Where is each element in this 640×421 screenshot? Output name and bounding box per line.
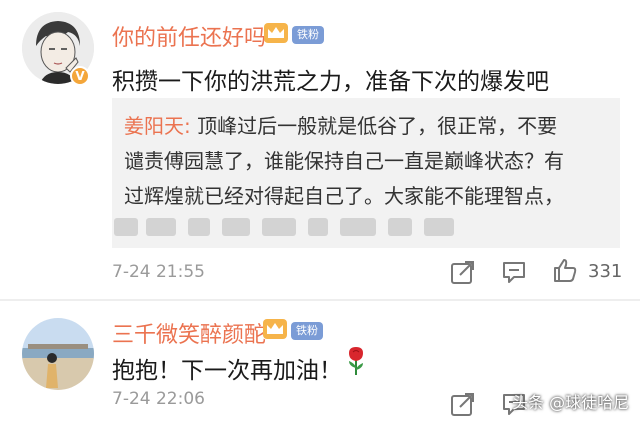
thumbs-up-icon[interactable] [552,257,578,283]
rose-icon [349,347,363,375]
avatar-photo [22,318,94,390]
comment-text: 抱抱！下一次再加油！ [112,358,342,384]
comment-1: V 你的前任还好吗 铁粉 积攒一下你的洪荒之力，准备下次的爆发吧 姜阳天: 顶峰… [0,0,640,300]
comment-username[interactable]: 你的前任还好吗 [112,20,266,52]
quote-username[interactable]: 姜阳天: [124,114,191,138]
quote-text-1: 顶峰过后一般就是低谷了，很正常，不要 [197,114,558,138]
share-icon[interactable] [450,259,476,285]
pixelated-text [112,214,620,244]
quoted-comment[interactable]: 姜阳天: 顶峰过后一般就是低谷了，很正常，不要 谴责傅园慧了，谁能保持自己一直是… [112,98,620,248]
quote-line-3: 过辉煌就已经对得起自己了。大家能不能理智点， [124,184,564,208]
comment-time: 7-24 22:06 [112,389,205,409]
crown-icon [264,23,288,43]
comment-icon[interactable] [501,259,527,285]
quote-line-1: 姜阳天: 顶峰过后一般就是低谷了，很正常，不要 [124,110,557,139]
fan-badge: 铁粉 [291,322,323,340]
comment-text: 积攒一下你的洪荒之力，准备下次的爆发吧 [112,69,549,95]
fan-badge: 铁粉 [292,26,324,44]
comment-time: 7-24 21:55 [112,262,205,282]
verified-badge: V [70,66,90,86]
crown-icon [263,319,287,339]
avatar[interactable] [22,318,94,390]
watermark: 头条 @球徒哈尼 [512,393,630,412]
comment-username[interactable]: 三千微笑醉颜酡 [112,317,266,349]
like-count: 331 [588,261,623,282]
share-icon[interactable] [450,391,476,417]
quote-line-2: 谴责傅园慧了，谁能保持自己一直是巅峰状态？有 [124,149,564,173]
